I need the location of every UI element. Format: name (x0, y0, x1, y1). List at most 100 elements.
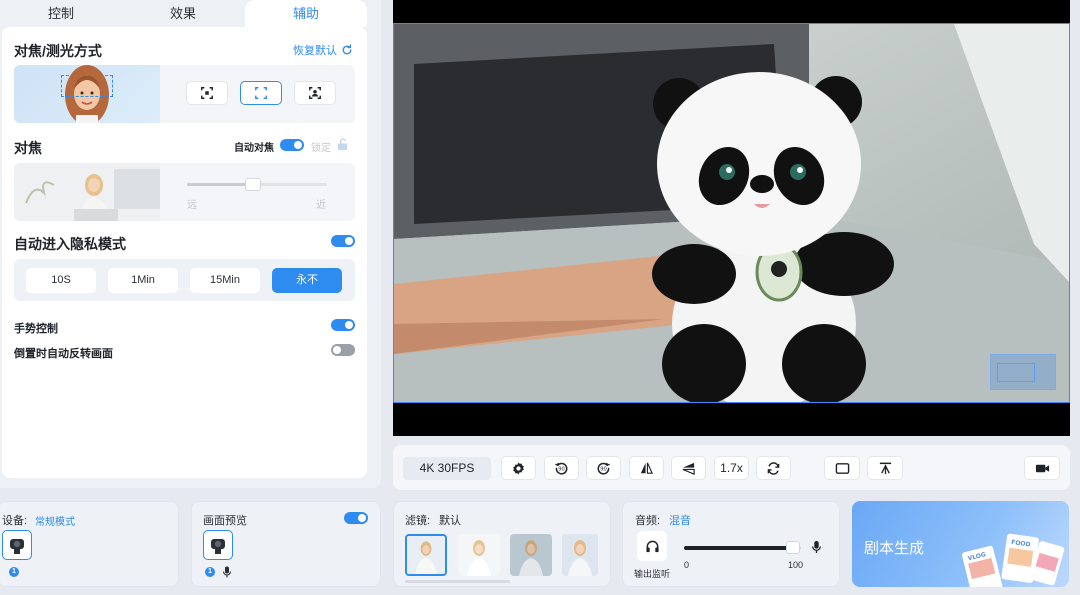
restore-default-label: 恢复默认 (293, 45, 337, 57)
focus-preview (14, 163, 160, 221)
lock-label: 锁定 (311, 143, 331, 154)
zoom-minimap-viewport[interactable] (997, 363, 1035, 382)
focus-far-label: 远 (187, 200, 197, 211)
camera-control-bar: 4K 30FPS 90 90 1.7x (393, 445, 1070, 490)
output-monitor-label: 输出监听 (634, 569, 671, 579)
device-count-badge: 1 (9, 567, 19, 577)
camera-preview[interactable] (393, 0, 1070, 436)
filter-option-2[interactable] (458, 534, 500, 576)
auto-focus-toggle[interactable] (280, 139, 304, 151)
zoom-button[interactable]: 1.7x (714, 456, 749, 480)
privacy-toggle[interactable] (331, 235, 355, 247)
metering-center-button[interactable] (186, 81, 228, 105)
focus-box: 远 近 (14, 163, 355, 221)
tab-effects[interactable]: 效果 (122, 0, 244, 27)
metering-preview (14, 65, 160, 123)
camera-frame (393, 23, 1070, 403)
headphones-icon (645, 540, 659, 552)
invert-flip-label: 倒置时自动反转画面 (14, 348, 113, 360)
filter-scrollbar[interactable] (405, 580, 510, 583)
assist-panel: 控制 效果 辅助 对焦/测光方式 恢复默认 对焦 自动对焦 锁定 远 近 自动进… (0, 0, 381, 488)
filter-option-4[interactable] (562, 534, 598, 576)
preview-thumbnail[interactable] (203, 530, 233, 560)
focus-thumbnail (14, 163, 160, 221)
audio-volume-knob[interactable] (785, 541, 800, 554)
resolution-selector[interactable]: 4K 30FPS (403, 457, 491, 480)
filter-preview (562, 534, 598, 576)
align-top-button[interactable] (867, 456, 903, 480)
metering-face-button[interactable] (294, 81, 336, 105)
filter-option-3[interactable] (510, 534, 552, 576)
privacy-option-15min[interactable]: 15Min (190, 268, 260, 293)
privacy-title: 自动进入隐私模式 (14, 236, 126, 252)
refresh-icon (342, 44, 352, 55)
device-mode[interactable]: 常规模式 (35, 513, 75, 528)
mirror-horizontal-button[interactable] (629, 456, 664, 480)
auto-focus-label: 自动对焦 (234, 143, 274, 154)
microphone-icon[interactable] (811, 540, 822, 554)
area-metering-icon (255, 87, 267, 99)
rotate-right-icon: 90 (597, 462, 610, 475)
unlock-icon[interactable] (337, 138, 348, 150)
filter-preview (458, 534, 500, 576)
rotate-left-icon: 90 (555, 462, 568, 475)
center-metering-icon (201, 87, 213, 99)
focus-slider[interactable] (187, 178, 327, 191)
rotate-right-button[interactable]: 90 (586, 456, 621, 480)
metering-region (61, 75, 113, 97)
vlog-illustration: VLOG FOOD (961, 533, 1065, 587)
privacy-option-10s[interactable]: 10S (26, 268, 96, 293)
svg-text:90: 90 (558, 466, 565, 472)
svg-text:90: 90 (600, 466, 607, 472)
microphone-icon (222, 566, 232, 578)
frame-button[interactable] (824, 456, 860, 480)
metering-box (14, 65, 355, 123)
rewind-button[interactable]: 90 (544, 456, 579, 480)
gear-icon (513, 461, 524, 475)
focus-slider-fill (187, 183, 253, 186)
audio-min-label: 0 (684, 560, 690, 570)
output-monitor-button[interactable] (637, 531, 667, 561)
gesture-control-label: 手势控制 (14, 323, 58, 335)
script-generate-button[interactable]: 剧本生成 VLOG FOOD (852, 501, 1069, 587)
camera-device-icon (10, 539, 24, 554)
filter-label: 滤镜: (405, 515, 431, 527)
restore-default-button[interactable]: 恢复默认 (293, 42, 353, 58)
preview-toggle[interactable] (344, 512, 368, 524)
audio-mode[interactable]: 混音 (669, 512, 691, 528)
device-thumbnail[interactable] (2, 530, 32, 560)
audio-max-label: 100 (788, 560, 804, 570)
flip-vertical-icon (682, 462, 695, 475)
mirror-vertical-button[interactable] (671, 456, 706, 480)
record-button[interactable] (1024, 456, 1060, 480)
metering-area-button[interactable] (240, 81, 282, 105)
filter-preview (510, 534, 552, 576)
focus-slider-knob[interactable] (244, 178, 261, 191)
tab-control[interactable]: 控制 (0, 0, 122, 27)
audio-volume-slider[interactable] (684, 541, 801, 554)
filter-option-default[interactable] (405, 534, 447, 576)
focus-near-label: 近 (316, 200, 326, 211)
reset-view-button[interactable] (756, 456, 791, 480)
tab-assist[interactable]: 辅助 (245, 0, 367, 27)
gesture-control-toggle[interactable] (331, 319, 355, 331)
privacy-option-1min[interactable]: 1Min (108, 268, 178, 293)
camera-settings-button[interactable] (501, 456, 536, 480)
frame-icon (835, 462, 849, 474)
flip-horizontal-icon (640, 462, 653, 474)
invert-flip-toggle[interactable] (331, 344, 355, 356)
preview-label: 画面预览 (203, 515, 247, 527)
face-metering-icon (309, 87, 321, 99)
privacy-option-never[interactable]: 永不 (272, 268, 342, 293)
filter-preview (407, 536, 445, 574)
zoom-minimap[interactable] (990, 354, 1056, 390)
preview-count-badge: 1 (205, 567, 215, 577)
tab-bar: 控制 效果 辅助 (0, 0, 367, 27)
camera-device-icon (211, 539, 225, 554)
audio-volume-fill (684, 546, 793, 550)
panda-scene (394, 24, 1069, 402)
device-label: 设备: (2, 515, 28, 527)
focus-metering-title: 对焦/测光方式 (14, 43, 102, 59)
privacy-options: 10S 1Min 15Min 永不 (14, 259, 355, 301)
align-top-icon (879, 462, 891, 474)
